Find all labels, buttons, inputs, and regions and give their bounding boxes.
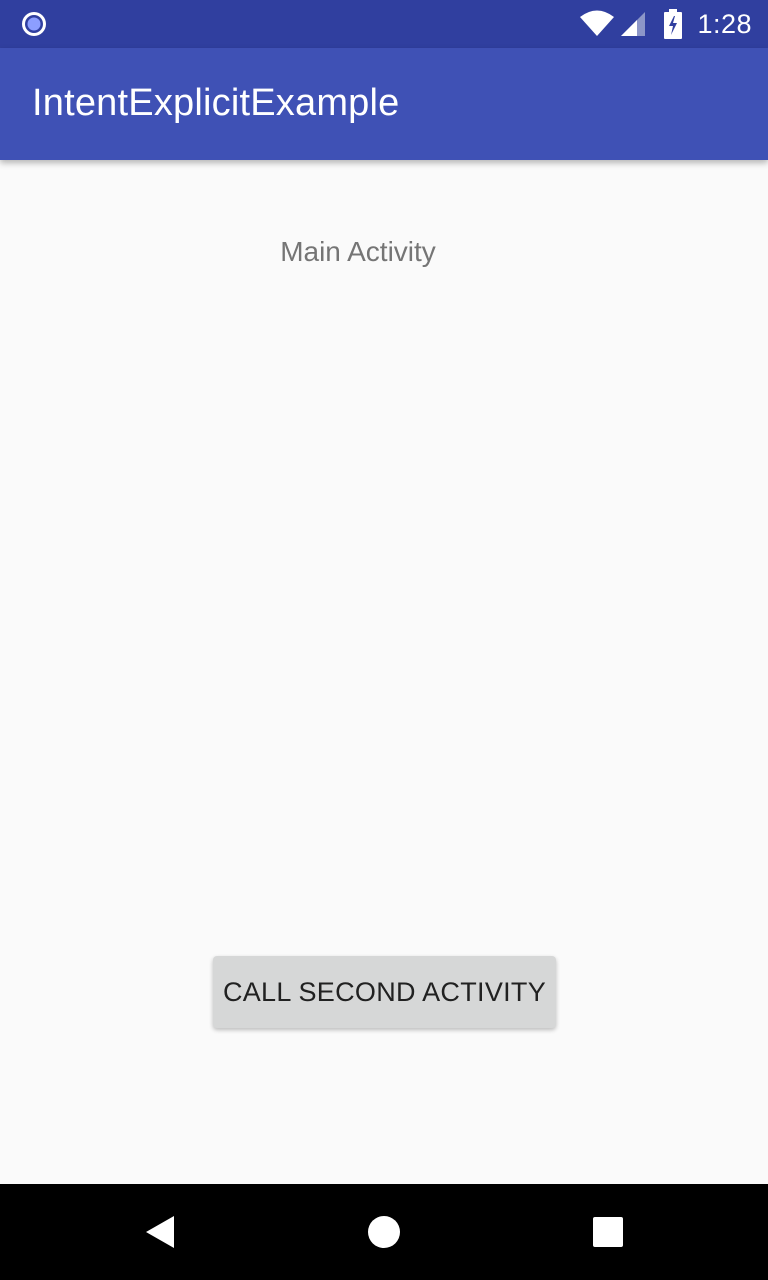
call-second-activity-button[interactable]: CALL SECOND ACTIVITY xyxy=(213,956,556,1028)
battery-charging-icon xyxy=(664,9,683,39)
app-bar: IntentExplicitExample xyxy=(0,48,768,160)
recents-icon[interactable] xyxy=(593,1217,623,1247)
cell-signal-icon xyxy=(621,12,646,36)
main-activity-label: Main Activity xyxy=(280,236,436,267)
navigation-bar xyxy=(0,1184,768,1280)
screen: 1:28 IntentExplicitExample Main Activity… xyxy=(0,0,768,1280)
status-icons: 1:28 xyxy=(579,0,768,48)
back-icon[interactable] xyxy=(144,1215,178,1249)
app-title: IntentExplicitExample xyxy=(32,82,400,124)
main-content: Main Activity CALL SECOND ACTIVITY xyxy=(0,160,768,1184)
notification-dot-icon xyxy=(22,12,46,36)
status-bar: 1:28 xyxy=(0,0,768,48)
home-icon[interactable] xyxy=(367,1215,401,1249)
wifi-icon xyxy=(580,10,615,36)
status-time: 1:28 xyxy=(697,8,752,39)
